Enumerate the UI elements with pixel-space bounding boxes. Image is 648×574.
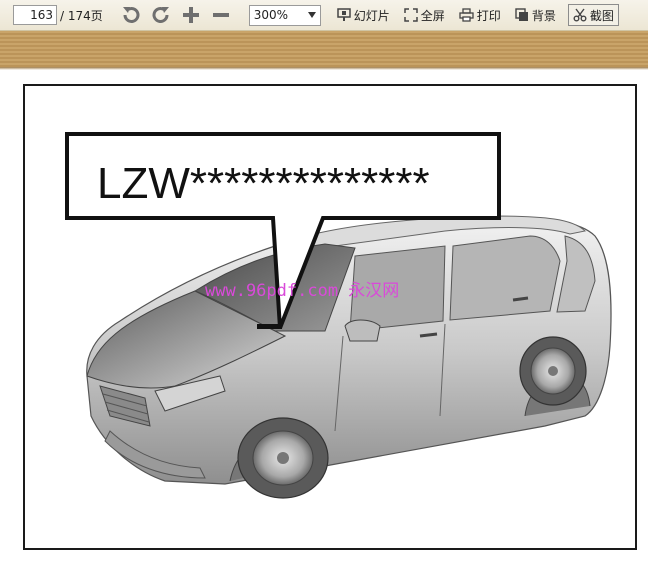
watermark-text: www.96pdf.com 永汉网	[205, 281, 399, 301]
zoom-select[interactable]: 300%	[248, 4, 321, 26]
zoom-out-button[interactable]	[209, 3, 233, 27]
chevron-down-icon	[307, 11, 316, 18]
background-icon	[515, 8, 528, 21]
slideshow-label: 幻灯片	[353, 8, 390, 23]
document-page[interactable]: LZW************** www.96pdf.com 永汉网	[23, 84, 637, 550]
screenshot-button[interactable]: 截图	[567, 4, 619, 26]
rotate-cw-icon	[152, 6, 169, 23]
car-illustration	[86, 215, 612, 499]
rotate-ccw-button[interactable]	[119, 3, 143, 27]
print-label: 打印	[476, 8, 501, 23]
toolbar-separator-band	[0, 31, 648, 69]
zoom-in-button[interactable]	[179, 3, 203, 27]
slideshow-button[interactable]: 幻灯片	[335, 4, 392, 26]
print-button[interactable]: 打印	[457, 4, 503, 26]
zoom-in-icon	[182, 7, 199, 23]
screenshot-label: 截图	[589, 8, 614, 23]
scissors-icon	[573, 8, 587, 22]
fullscreen-button[interactable]: 全屏	[402, 4, 447, 26]
background-label: 背景	[531, 8, 556, 23]
band-shadow	[0, 67, 648, 70]
print-icon	[459, 8, 474, 22]
zoom-value: 300%	[253, 8, 289, 22]
zoom-out-icon	[212, 13, 229, 17]
slideshow-icon	[337, 8, 351, 21]
page-number-input[interactable]	[13, 5, 57, 25]
background-button[interactable]: 背景	[513, 4, 558, 26]
fullscreen-label: 全屏	[420, 8, 445, 23]
pdf-toolbar: / 174页 300% 幻灯片	[0, 0, 648, 31]
rotate-cw-button[interactable]	[149, 3, 173, 27]
fullscreen-icon	[404, 8, 418, 22]
vin-callout-text: LZW**************	[97, 159, 430, 208]
page-total-label: / 174页	[60, 8, 103, 23]
rotate-ccw-icon	[122, 6, 140, 23]
page-illustration: LZW************** www.96pdf.com 永汉网	[65, 132, 612, 499]
